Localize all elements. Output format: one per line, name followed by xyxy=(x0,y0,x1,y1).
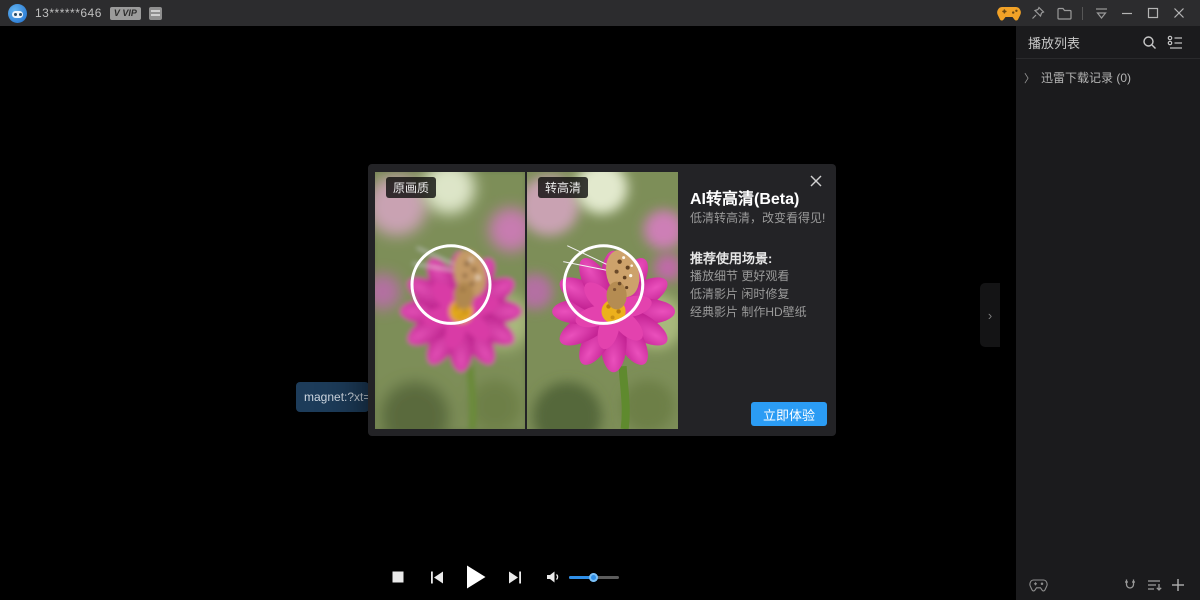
scenarios-list: 播放细节 更好观看 低清影片 闲时修复 经典影片 制作HD壁纸 xyxy=(690,267,807,321)
add-to-playlist-icon[interactable] xyxy=(1142,573,1166,597)
sidebar-collapse-tab[interactable]: › xyxy=(980,283,1000,347)
pin-window-icon[interactable] xyxy=(1025,0,1051,26)
account-area: 13******646 V VIP xyxy=(0,4,162,23)
volume-slider[interactable] xyxy=(569,576,619,579)
volume-icon[interactable] xyxy=(546,570,561,584)
add-file-icon[interactable] xyxy=(1166,573,1190,597)
playlist-title: 播放列表 xyxy=(1028,33,1136,52)
open-file-icon[interactable] xyxy=(1051,0,1077,26)
chevron-right-icon: 〉 xyxy=(1024,70,1035,86)
download-records-label: 迅雷下载记录 (0) xyxy=(1041,69,1131,86)
maximize-button[interactable] xyxy=(1140,0,1166,26)
app-window: 13******646 V VIP xyxy=(0,0,1200,600)
try-now-button[interactable]: 立即体验 xyxy=(751,402,827,426)
volume-slider-handle[interactable] xyxy=(589,573,598,582)
username[interactable]: 13******646 xyxy=(35,6,102,20)
chevron-right-icon: › xyxy=(988,308,992,323)
game-center-icon[interactable] xyxy=(993,0,1025,26)
user-avatar[interactable] xyxy=(8,4,27,23)
dialog-subtitle: 低清转高清，改变看得见! xyxy=(690,209,825,226)
playlist-mode-icon[interactable] xyxy=(1162,29,1188,55)
previous-button[interactable] xyxy=(430,571,444,584)
titlebar: 13******646 V VIP xyxy=(0,0,1200,26)
titlebar-divider xyxy=(1082,7,1083,20)
scenario-item: 播放细节 更好观看 xyxy=(690,267,807,285)
minimize-button[interactable] xyxy=(1114,0,1140,26)
playlist-header: 播放列表 xyxy=(1016,26,1200,59)
vip-level-badge-icon xyxy=(149,7,162,20)
label-original-quality: 原画质 xyxy=(386,177,436,198)
playback-controls xyxy=(392,562,619,592)
scenario-item: 经典影片 制作HD壁纸 xyxy=(690,303,807,321)
sidebar-item-download-records[interactable]: 〉 迅雷下载记录 (0) xyxy=(1016,59,1200,96)
search-icon[interactable] xyxy=(1136,29,1162,55)
main-menu-icon[interactable] xyxy=(1088,0,1114,26)
magnet-link-tooltip: magnet:?xt=u xyxy=(296,382,369,412)
stop-button[interactable] xyxy=(392,571,404,583)
scenario-item: 低清影片 闲时修复 xyxy=(690,285,807,303)
next-button[interactable] xyxy=(508,571,522,584)
ai-hd-dialog: 原画质 xyxy=(368,164,836,436)
scenarios-title: 推荐使用场景: xyxy=(690,248,772,267)
playlist-sidebar: 播放列表 〉 迅雷下载记录 (0) xyxy=(1016,26,1200,600)
game-center-outline-icon[interactable] xyxy=(1026,573,1050,597)
label-hd-quality: 转高清 xyxy=(538,177,588,198)
sidebar-footer xyxy=(1016,570,1200,600)
titlebar-actions xyxy=(993,0,1200,26)
comparison-image-hd xyxy=(527,172,678,429)
dialog-close-icon[interactable] xyxy=(807,172,825,190)
dialog-panel: AI转高清(Beta) 低清转高清，改变看得见! 推荐使用场景: 播放细节 更好… xyxy=(689,164,827,436)
dialog-title: AI转高清(Beta) xyxy=(690,185,799,209)
comparison-image-original xyxy=(375,172,525,429)
magnet-icon[interactable] xyxy=(1118,573,1142,597)
close-button[interactable] xyxy=(1166,0,1192,26)
play-button[interactable] xyxy=(466,565,486,589)
vip-badge: V VIP xyxy=(110,7,141,20)
